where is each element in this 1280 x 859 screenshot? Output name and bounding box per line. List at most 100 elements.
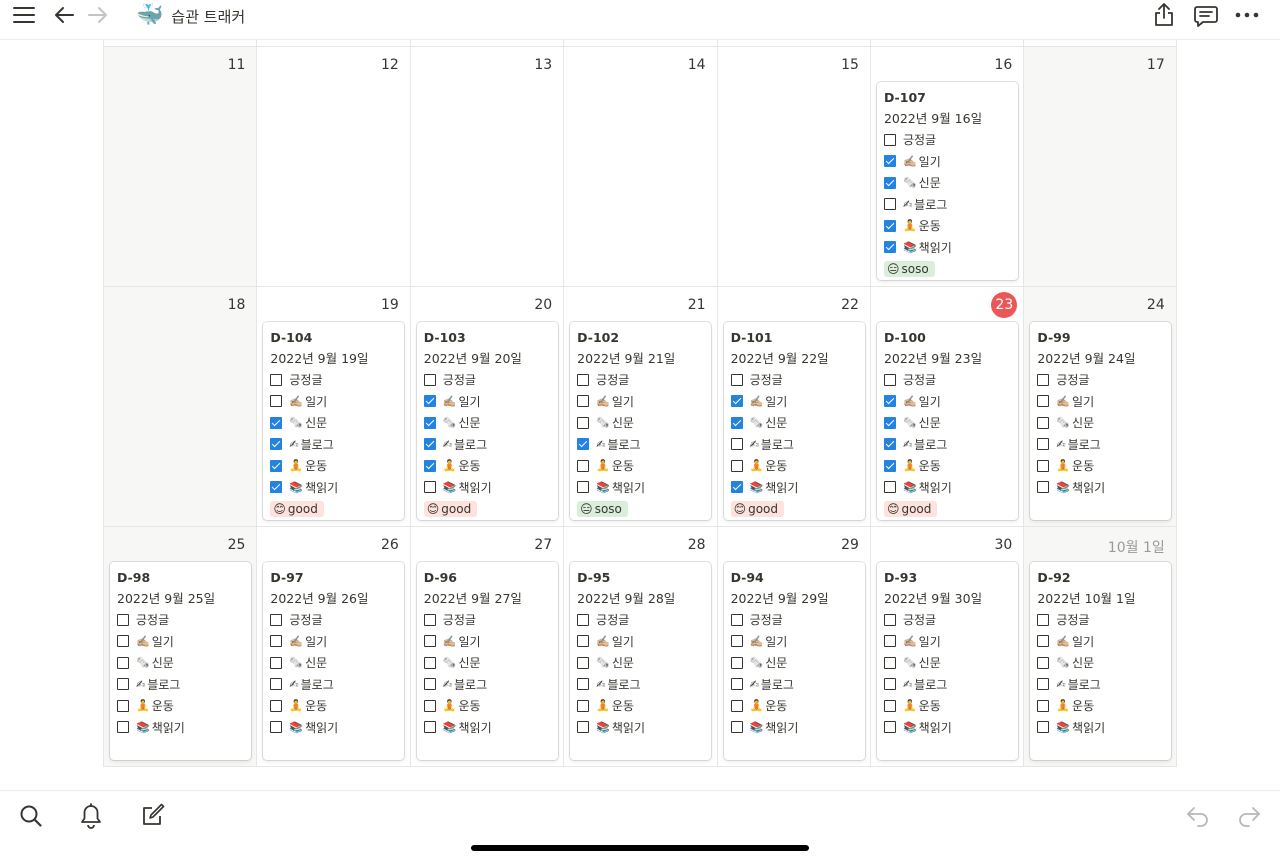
habit-checkbox[interactable] [423,395,436,408]
habit-checkbox[interactable] [730,699,743,712]
habit-checkbox[interactable] [577,481,590,494]
calendar-day-cell[interactable]: 13 [409,47,563,286]
habit-checkbox[interactable] [730,438,743,451]
habit-checkbox[interactable] [270,395,283,408]
habit-checkbox[interactable] [270,678,283,691]
habit-checkbox[interactable] [423,635,436,648]
habit-checkbox[interactable] [270,438,283,451]
habit-checkbox[interactable] [117,699,129,712]
habit-card[interactable]: D-101 2022년 9월 22일 긍정글 ✍🏼 일기 🗞️ 신문 ✍ 블로그 🧘 운동 📚 책읽기 😊… [723,322,865,520]
habit-checkbox[interactable] [270,373,283,386]
habit-checkbox[interactable] [1037,395,1050,408]
habit-checkbox[interactable] [883,613,896,626]
habit-checkbox[interactable] [1037,656,1050,669]
calendar-day-cell[interactable]: 10월 1일 D-92 2022년 10월 1일 긍정글 ✍🏼 일기 🗞️ 신문 ✍ 블로그 🧘 운동… [1023,527,1177,766]
habit-checkbox[interactable] [577,678,590,691]
habit-checkbox[interactable] [1037,635,1050,648]
habit-checkbox[interactable] [883,373,896,386]
habit-checkbox[interactable] [270,459,283,472]
habit-checkbox[interactable] [883,656,896,669]
habit-checkbox[interactable] [1037,459,1050,472]
calendar-day-cell[interactable]: 12 [256,47,409,286]
back-arrow-icon[interactable] [52,4,76,26]
habit-card[interactable]: D-100 2022년 9월 23일 긍정글 ✍🏼 일기 🗞️ 신문 ✍ 블로그 🧘 운동 📚 책읽기 😊… [876,322,1018,520]
habit-checkbox[interactable] [883,241,896,254]
habit-checkbox[interactable] [730,395,743,408]
habit-checkbox[interactable] [117,721,129,734]
habit-checkbox[interactable] [883,198,896,211]
calendar-day-cell[interactable]: 21 D-102 2022년 9월 21일 긍정글 ✍🏼 일기 🗞️ 신문 ✍ 블로그 🧘 운동 📚 책읽… [563,287,716,526]
habit-checkbox[interactable] [577,656,590,669]
redo-icon[interactable] [1236,804,1262,828]
habit-checkbox[interactable] [730,416,743,429]
habit-card[interactable]: D-104 2022년 9월 19일 긍정글 ✍🏼 일기 🗞️ 신문 ✍ 블로그 🧘 운동 📚 책읽기 😊… [263,322,405,520]
habit-checkbox[interactable] [730,373,743,386]
habit-checkbox[interactable] [270,613,283,626]
calendar-day-cell[interactable]: 22 D-101 2022년 9월 22일 긍정글 ✍🏼 일기 🗞️ 신문 ✍ 블로그 🧘 운동 📚 책읽… [716,287,870,526]
habit-checkbox[interactable] [577,699,590,712]
habit-checkbox[interactable] [423,721,436,734]
calendar-day-cell[interactable]: 23 D-100 2022년 9월 23일 긍정글 ✍🏼 일기 🗞️ 신문 ✍ 블로그 🧘 운동 📚 책읽… [869,287,1023,526]
habit-checkbox[interactable] [270,416,283,429]
habit-checkbox[interactable] [577,395,590,408]
search-icon[interactable] [18,803,44,829]
habit-checkbox[interactable] [883,678,896,691]
habit-card[interactable]: D-94 2022년 9월 29일 긍정글 ✍🏼 일기 🗞️ 신문 ✍ 블로그 🧘 운동 📚 책읽기 [723,562,865,760]
habit-checkbox[interactable] [730,459,743,472]
habit-checkbox[interactable] [423,656,436,669]
calendar-day-cell[interactable]: 25 D-98 2022년 9월 25일 긍정글 ✍🏼 일기 🗞️ 신문 ✍ 블로그 🧘 운동 📚 책읽기 [103,527,257,766]
habit-checkbox[interactable] [730,635,743,648]
more-icon[interactable] [1234,6,1260,24]
calendar-day-cell[interactable]: 24 D-99 2022년 9월 24일 긍정글 ✍🏼 일기 🗞️ 신문 ✍ 블로그 🧘 운동 📚 책읽기 [1023,287,1177,526]
habit-card[interactable]: D-93 2022년 9월 30일 긍정글 ✍🏼 일기 🗞️ 신문 ✍ 블로그 🧘 운동 📚 책읽기 [876,562,1018,760]
habit-card[interactable]: D-98 2022년 9월 25일 긍정글 ✍🏼 일기 🗞️ 신문 ✍ 블로그 🧘 운동 📚 책읽기 [110,562,251,760]
calendar-day-cell[interactable]: 16 D-107 2022년 9월 16일 긍정글 ✍🏼 일기 🗞️ 신문 ✍ 블로그 🧘 운동 📚 책읽… [869,47,1023,286]
habit-card[interactable]: D-107 2022년 9월 16일 긍정글 ✍🏼 일기 🗞️ 신문 ✍ 블로그 🧘 운동 📚 책읽기 😑… [876,82,1018,280]
habit-checkbox[interactable] [883,481,896,494]
habit-checkbox[interactable] [730,481,743,494]
habit-checkbox[interactable] [423,613,436,626]
habit-checkbox[interactable] [117,678,129,691]
calendar-day-cell[interactable]: 15 [716,47,870,286]
habit-checkbox[interactable] [423,416,436,429]
habit-checkbox[interactable] [577,635,590,648]
habit-checkbox[interactable] [577,438,590,451]
calendar-day-cell[interactable]: 18 [103,287,257,526]
calendar-day-cell[interactable]: 26 D-97 2022년 9월 26일 긍정글 ✍🏼 일기 🗞️ 신문 ✍ 블로그 🧘 운동 📚 책읽기 [256,527,409,766]
habit-checkbox[interactable] [270,721,283,734]
page-title[interactable]: 🐳 습관 트래커 [136,3,245,29]
habit-checkbox[interactable] [423,481,436,494]
habit-checkbox[interactable] [270,656,283,669]
habit-checkbox[interactable] [1037,721,1050,734]
habit-checkbox[interactable] [1037,699,1050,712]
habit-checkbox[interactable] [1037,613,1050,626]
habit-card[interactable]: D-92 2022년 10월 1일 긍정글 ✍🏼 일기 🗞️ 신문 ✍ 블로그 🧘 운동 📚 책읽기 [1030,562,1172,760]
home-indicator[interactable] [471,845,809,851]
habit-checkbox[interactable] [1037,416,1050,429]
calendar-day-cell[interactable]: 14 [563,47,716,286]
calendar-day-cell[interactable]: 29 D-94 2022년 9월 29일 긍정글 ✍🏼 일기 🗞️ 신문 ✍ 블로그 🧘 운동 📚 책읽기 [716,527,870,766]
habit-card[interactable]: D-97 2022년 9월 26일 긍정글 ✍🏼 일기 🗞️ 신문 ✍ 블로그 🧘 운동 📚 책읽기 [263,562,405,760]
habit-checkbox[interactable] [883,438,896,451]
habit-checkbox[interactable] [423,459,436,472]
habit-checkbox[interactable] [270,635,283,648]
habit-checkbox[interactable] [883,395,896,408]
habit-checkbox[interactable] [730,656,743,669]
habit-checkbox[interactable] [423,373,436,386]
bell-icon[interactable] [78,802,104,830]
habit-card[interactable]: D-99 2022년 9월 24일 긍정글 ✍🏼 일기 🗞️ 신문 ✍ 블로그 🧘 운동 📚 책읽기 [1030,322,1172,520]
calendar-day-cell[interactable]: 17 [1023,47,1177,286]
calendar-day-cell[interactable]: 20 D-103 2022년 9월 20일 긍정글 ✍🏼 일기 🗞️ 신문 ✍ 블로그 🧘 운동 📚 책읽… [409,287,563,526]
menu-icon[interactable] [12,4,36,26]
habit-card[interactable]: D-96 2022년 9월 27일 긍정글 ✍🏼 일기 🗞️ 신문 ✍ 블로그 🧘 운동 📚 책읽기 [416,562,558,760]
habit-checkbox[interactable] [423,678,436,691]
habit-checkbox[interactable] [883,416,896,429]
habit-checkbox[interactable] [423,699,436,712]
forward-arrow-icon[interactable] [86,4,110,26]
habit-checkbox[interactable] [883,155,896,168]
habit-checkbox[interactable] [270,481,283,494]
habit-checkbox[interactable] [730,721,743,734]
habit-checkbox[interactable] [117,635,129,648]
habit-checkbox[interactable] [883,219,896,232]
habit-checkbox[interactable] [1037,678,1050,691]
